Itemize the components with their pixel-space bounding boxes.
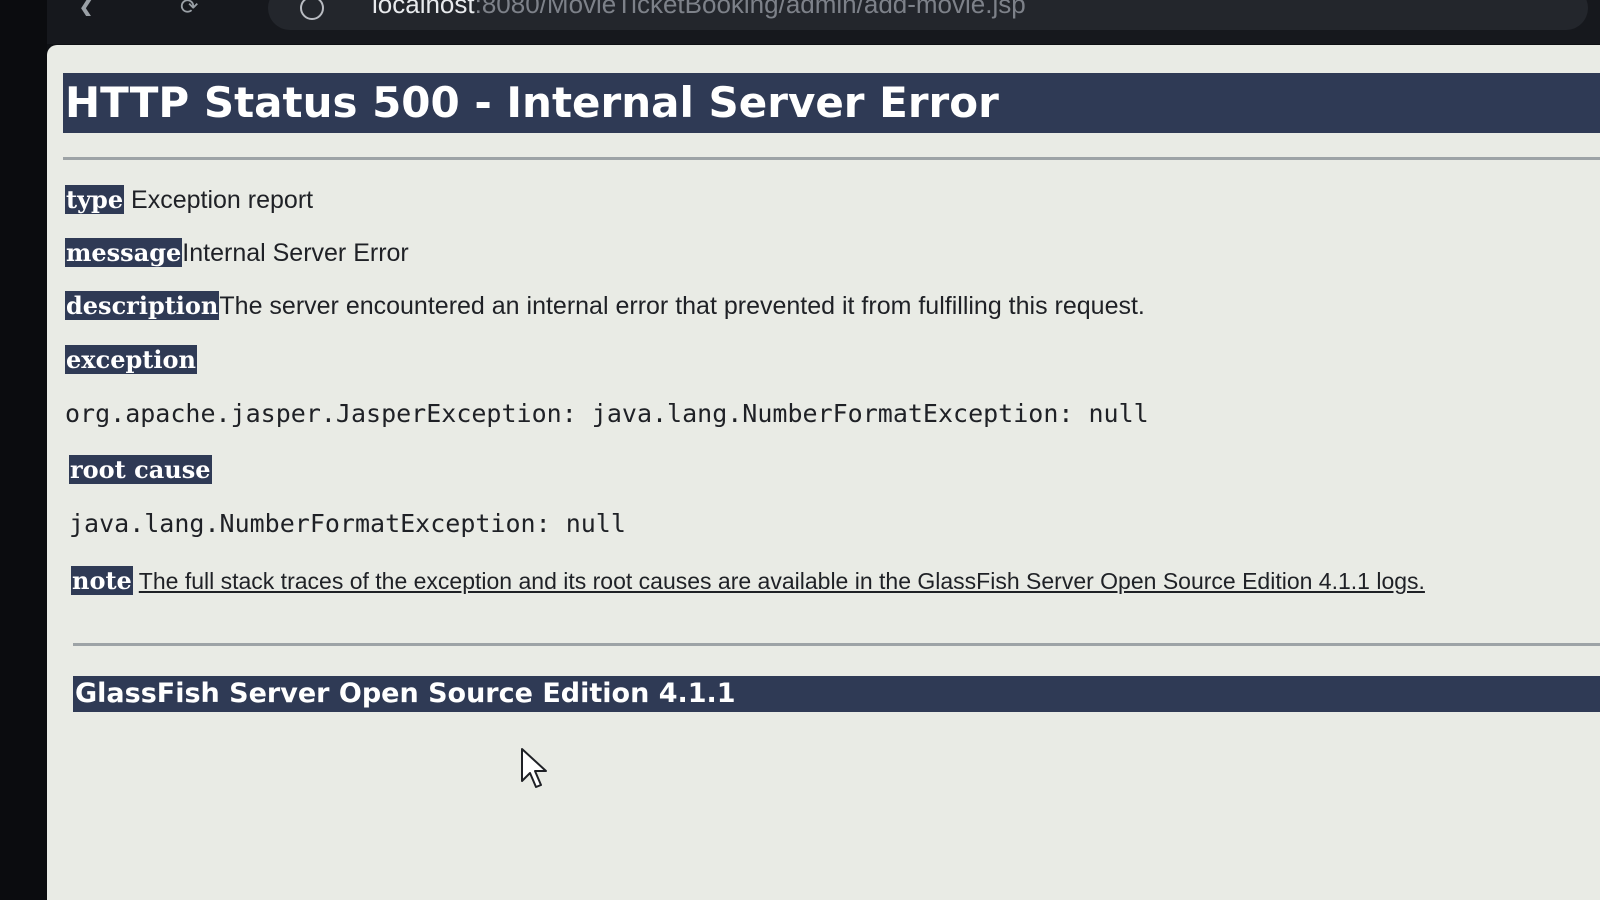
root-cause-label: root cause (69, 455, 212, 484)
root-cause-row: root cause (69, 455, 212, 485)
type-row: type Exception report (65, 185, 313, 215)
footer-divider (73, 643, 1600, 646)
description-row: descriptionThe server encountered an int… (65, 291, 1145, 321)
description-label: description (65, 291, 220, 320)
note-link[interactable]: The full stack traces of the exception a… (139, 568, 1425, 594)
site-info-icon[interactable] (300, 0, 324, 20)
message-row: messageInternal Server Error (65, 238, 409, 268)
note-row: note The full stack traces of the except… (71, 566, 1425, 595)
description-value: The server encountered an internal error… (219, 292, 1145, 320)
screen-bezel (0, 0, 47, 900)
browser-toolbar: ❮ ⟳ localhost:8080/MovieTicketBooking/ad… (0, 0, 1600, 44)
server-footer: GlassFish Server Open Source Edition 4.1… (73, 676, 1600, 712)
page-viewport: HTTP Status 500 - Internal Server Error … (47, 45, 1600, 900)
reload-icon[interactable]: ⟳ (180, 0, 210, 16)
url-path: :8080/MovieTicketBooking/admin/add-movie… (474, 0, 1026, 19)
exception-value: org.apache.jasper.JasperException: java.… (65, 399, 1149, 428)
exception-label: exception (65, 345, 197, 374)
page-title: HTTP Status 500 - Internal Server Error (63, 73, 1600, 133)
back-arrow-icon[interactable]: ❮ (78, 0, 108, 16)
note-label: note (71, 566, 133, 595)
exception-row: exception (65, 345, 197, 375)
mouse-pointer-icon (521, 748, 547, 788)
url-text[interactable]: localhost:8080/MovieTicketBooking/admin/… (372, 0, 1026, 20)
root-cause-value: java.lang.NumberFormatException: null (69, 509, 626, 538)
url-host: localhost (372, 0, 475, 19)
message-value: Internal Server Error (182, 239, 409, 267)
error-page: HTTP Status 500 - Internal Server Error … (63, 73, 1600, 712)
type-label: type (65, 185, 125, 214)
divider (63, 157, 1600, 160)
type-value: Exception report (131, 186, 314, 214)
address-bar[interactable]: localhost:8080/MovieTicketBooking/admin/… (268, 0, 1588, 30)
message-label: message (65, 238, 183, 267)
